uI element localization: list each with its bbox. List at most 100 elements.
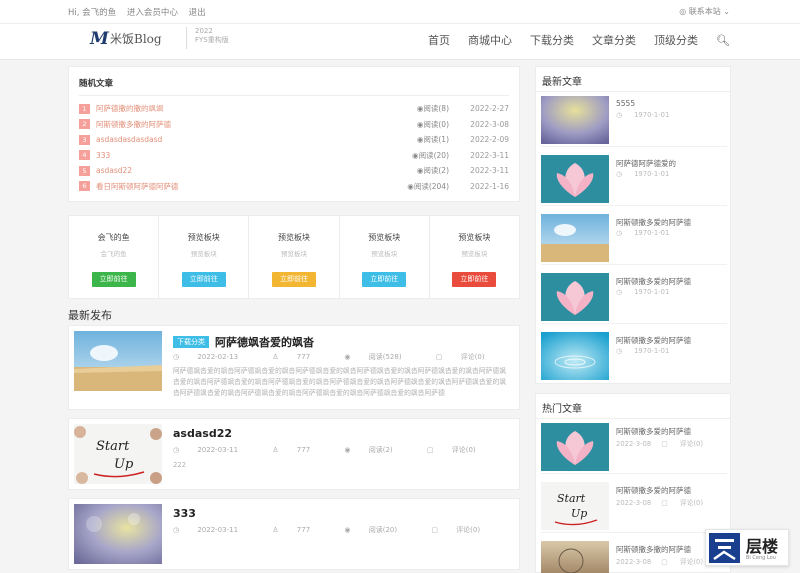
user-icon: ♙	[272, 446, 281, 454]
article-date: 2022-3-11	[470, 150, 509, 160]
sidebar-latest-articles: 最新文章 5555 ◷ 1970-1-01 阿萨德阿萨德爱的 ◷ 1970-1-…	[535, 66, 731, 384]
rank-badge: 5	[79, 165, 90, 176]
article-comments-text: 评论(0)	[679, 440, 704, 448]
nav-articles[interactable]: 文章分类	[592, 32, 636, 48]
read-count: ◉阅读(2)	[397, 165, 449, 176]
sidebar-item[interactable]: 阿斯顿撒多爱的阿萨德 2022-3-08 ▢ 评论(0)	[541, 420, 727, 474]
sidebar-item[interactable]: Start Up 阿斯顿撒多爱的阿萨德 2022-3-08 ▢ 评论(0)	[541, 479, 727, 533]
post-reads: ◉ 阅读(528)	[344, 353, 417, 361]
post-title[interactable]: 333	[173, 507, 196, 520]
watermark-icon	[709, 533, 740, 563]
list-item[interactable]: 4 333 ◉阅读(20) 2022-3-11	[79, 148, 509, 164]
article-date: 2022-3-11	[470, 166, 509, 176]
post-thumbnail[interactable]: Start Up	[74, 424, 162, 484]
site-header: M 米饭Blog 2022 FYS重构版 首页 商城中心 下载分类 文章分类 顶…	[0, 24, 800, 60]
article-title[interactable]: 5555	[616, 99, 635, 108]
block-subtitle: 预览板块	[190, 250, 217, 258]
logout-link[interactable]: 退出	[189, 8, 206, 18]
comment-icon: ▢	[435, 353, 445, 361]
article-title[interactable]: 阿斯顿撒多爱的阿萨德	[616, 426, 691, 437]
article-title[interactable]: 阿萨德阿萨德爱的	[616, 158, 676, 169]
watermark-subtext: Bi Ceng Lou	[746, 555, 776, 561]
article-title[interactable]: 阿斯顿撒多爱的阿萨德	[616, 485, 691, 496]
post-title[interactable]: 下载分类 阿萨德飒沓爱的飒沓	[173, 334, 314, 350]
divider	[536, 418, 730, 419]
post-reads-text: 阅读(528)	[368, 353, 402, 361]
nav-shop[interactable]: 商城中心	[468, 32, 512, 48]
sidebar-item[interactable]: 5555 ◷ 1970-1-01	[541, 93, 727, 147]
post-author: ♙ 777	[272, 526, 326, 534]
category-badge[interactable]: 下载分类	[173, 336, 209, 348]
article-link[interactable]: asdasd22	[96, 166, 397, 175]
article-thumbnail[interactable]	[541, 273, 609, 321]
article-link[interactable]: 阿斯顿撒多撒的阿萨德	[96, 119, 397, 130]
go-button[interactable]: 立即前往	[181, 272, 226, 287]
sidebar-latest-title: 最新文章	[542, 77, 582, 88]
user-greeting: Hi, 会飞的鱼 进入会员中心 退出	[68, 6, 214, 18]
sidebar-item[interactable]: 阿萨德阿萨德爱的 ◷ 1970-1-01	[541, 152, 727, 206]
sidebar-item[interactable]: 阿斯顿撒多撒的阿萨德 2022-3-08 ▢ 评论(0)	[541, 538, 727, 573]
article-date: ◷ 1970-1-01	[616, 170, 679, 178]
search-icon[interactable]: 🔍︎	[716, 34, 730, 47]
article-date: 2022-3-08	[470, 119, 509, 129]
post-thumbnail[interactable]	[74, 331, 162, 391]
read-count: ◉阅读(20)	[397, 150, 449, 161]
list-item[interactable]: 1 阿萨德撒的撒的飒飒 ◉阅读(8) 2022-2-27	[79, 101, 509, 117]
member-center-link[interactable]: 进入会员中心	[127, 8, 178, 18]
post-title[interactable]: asdasd22	[173, 427, 232, 440]
sidebar-item[interactable]: 阿斯顿撒多爱的阿萨德 ◷ 1970-1-01	[541, 270, 727, 324]
article-date-text: 1970-1-01	[634, 288, 670, 296]
sidebar-item[interactable]: 阿斯顿撒多爱的阿萨德 ◷ 1970-1-01	[541, 329, 727, 383]
post-date-text: 2022-03-11	[197, 446, 239, 454]
logo-icon[interactable]: M	[90, 29, 109, 49]
post-reads-text: 阅读(20)	[368, 526, 398, 534]
post-date: ◷ 2022-03-11	[173, 526, 254, 534]
post-comments: ▢ 评论(0)	[431, 526, 496, 534]
block-title: 预览板块	[368, 233, 401, 242]
go-button[interactable]: 立即前往	[452, 272, 497, 287]
article-link[interactable]: asdasdasdasdasd	[96, 135, 397, 144]
list-item[interactable]: 5 asdasd22 ◉阅读(2) 2022-3-11	[79, 163, 509, 179]
article-date: 2022-2-09	[470, 135, 509, 145]
article-title[interactable]: 阿斯顿撒多撒的阿萨德	[616, 544, 691, 555]
article-thumbnail[interactable]	[541, 214, 609, 262]
go-button[interactable]: 立即前往	[362, 272, 407, 287]
sidebar-item[interactable]: 阿斯顿撒多爱的阿萨德 ◷ 1970-1-01	[541, 211, 727, 265]
nav-top-category[interactable]: 顶级分类	[654, 32, 698, 48]
post-author-text: 777	[296, 526, 311, 534]
post-card[interactable]: 333 ◷ 2022-03-11 ♙ 777 ◉ 阅读(20) ▢ 评论(0)	[68, 498, 520, 570]
logo-sub-edition: FYS重构版	[195, 36, 229, 44]
list-item[interactable]: 3 asdasdasdasdasd ◉阅读(1) 2022-2-09	[79, 132, 509, 148]
nav-home[interactable]: 首页	[428, 32, 450, 48]
article-title[interactable]: 阿斯顿撒多爱的阿萨德	[616, 217, 691, 228]
post-card[interactable]: Start Up asdasd22 ◷ 2022-03-11 ♙ 777 ◉ 阅读…	[68, 418, 520, 490]
go-button[interactable]: 立即前往	[272, 272, 316, 287]
nav-downloads[interactable]: 下载分类	[530, 32, 574, 48]
article-thumbnail[interactable]	[541, 541, 609, 573]
site-logo-text[interactable]: 米饭Blog	[110, 30, 162, 47]
article-title[interactable]: 阿斯顿撒多爱的阿萨德	[616, 276, 691, 287]
block-title: 预览板块	[278, 233, 310, 242]
article-thumbnail[interactable]	[541, 155, 609, 203]
svg-text:Start: Start	[96, 439, 130, 454]
article-date-text: 2022-3-08	[616, 499, 652, 507]
article-link[interactable]: 333	[96, 151, 397, 160]
article-title[interactable]: 阿斯顿撒多爱的阿萨德	[616, 335, 691, 346]
post-thumbnail[interactable]	[74, 504, 162, 564]
article-link[interactable]: 阿萨德撒的撒的飒飒	[96, 103, 397, 114]
list-item[interactable]: 6 看日阿斯顿阿萨德阿萨德 ◉阅读(204) 2022-1-16	[79, 179, 509, 195]
article-thumbnail[interactable]	[541, 423, 609, 471]
post-card[interactable]: 下载分类 阿萨德飒沓爱的飒沓 ◷ 2022-02-13 ♙ 777 ◉ 阅读(52…	[68, 325, 520, 410]
user-icon: ♙	[272, 353, 281, 361]
article-thumbnail[interactable]: Start Up	[541, 482, 609, 530]
contact-menu[interactable]: ◎ 联系本站 ⌄	[679, 6, 730, 17]
comment-icon: ▢	[431, 526, 441, 534]
article-date: ◷ 1970-1-01	[616, 229, 679, 237]
article-thumbnail[interactable]	[541, 332, 609, 380]
article-thumbnail[interactable]	[541, 96, 609, 144]
go-button[interactable]: 立即前往	[91, 272, 136, 287]
list-item[interactable]: 2 阿斯顿撒多撒的阿萨德 ◉阅读(0) 2022-3-08	[79, 117, 509, 133]
article-date-text: 2022-3-08	[616, 558, 652, 566]
article-link[interactable]: 看日阿斯顿阿萨德阿萨德	[96, 181, 397, 192]
contact-label: 联系本站	[688, 7, 721, 16]
